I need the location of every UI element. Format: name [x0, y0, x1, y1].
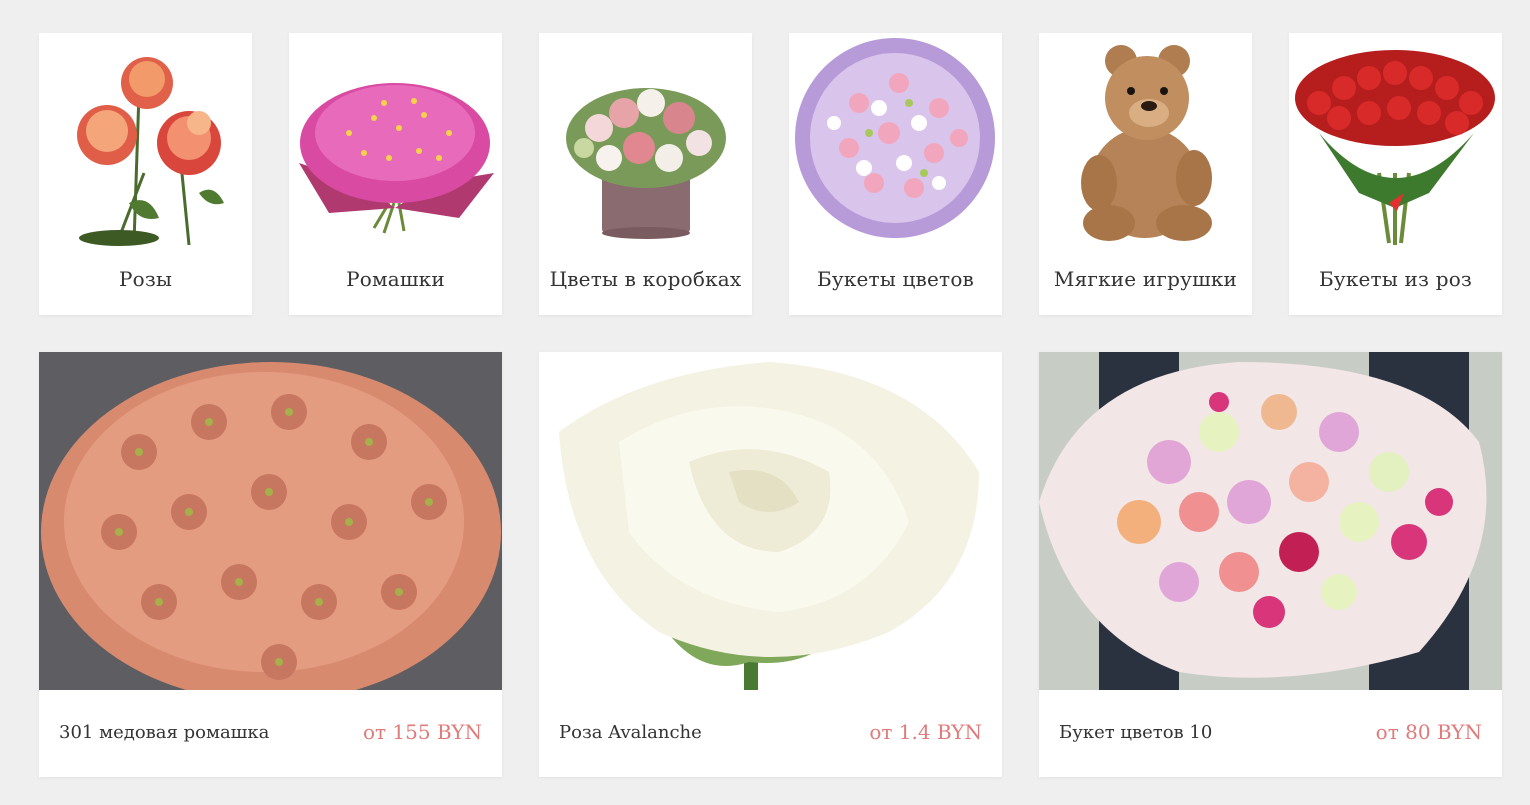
- category-label: Букеты из роз: [1318, 267, 1473, 291]
- product-name: Роза Avalanche: [559, 722, 702, 743]
- flower-box-image: [539, 33, 752, 247]
- category-label: Мягкие игрушки: [1053, 267, 1238, 291]
- product-price: от 1.4 BYN: [869, 720, 982, 744]
- category-label: Розы: [118, 267, 173, 291]
- chamomile-image: [289, 33, 502, 247]
- product-price: от 80 BYN: [1375, 720, 1482, 744]
- category-card-soft-toys[interactable]: Мягкие игрушки: [1039, 33, 1252, 315]
- category-label: Букеты цветов: [816, 267, 975, 291]
- product-name: 301 медовая ромашка: [59, 722, 270, 743]
- red-roses-bouquet-image: [1289, 33, 1502, 247]
- bouquet-image: [789, 33, 1002, 247]
- product-price: от 155 BYN: [362, 720, 482, 744]
- category-label: Цветы в коробках: [549, 267, 742, 291]
- product-card[interactable]: 301 медовая ромашка от 155 BYN: [39, 352, 502, 777]
- product-name: Букет цветов 10: [1059, 722, 1213, 743]
- category-label: Ромашки: [346, 267, 445, 291]
- category-card-roses[interactable]: Розы: [39, 33, 252, 315]
- mixed-bouquet-image: [1039, 352, 1502, 690]
- category-card-flower-boxes[interactable]: Цветы в коробках: [539, 33, 752, 315]
- category-card-rose-bouquets[interactable]: Букеты из роз: [1289, 33, 1502, 315]
- teddy-bear-image: [1039, 33, 1252, 247]
- product-card[interactable]: Роза Avalanche от 1.4 BYN: [539, 352, 1002, 777]
- roses-image: [39, 33, 252, 247]
- white-rose-image: [539, 352, 1002, 690]
- product-card[interactable]: Букет цветов 10 от 80 BYN: [1039, 352, 1502, 777]
- category-card-chamomile[interactable]: Ромашки: [289, 33, 502, 315]
- category-card-bouquets[interactable]: Букеты цветов: [789, 33, 1002, 315]
- honey-chamomile-image: [39, 352, 502, 690]
